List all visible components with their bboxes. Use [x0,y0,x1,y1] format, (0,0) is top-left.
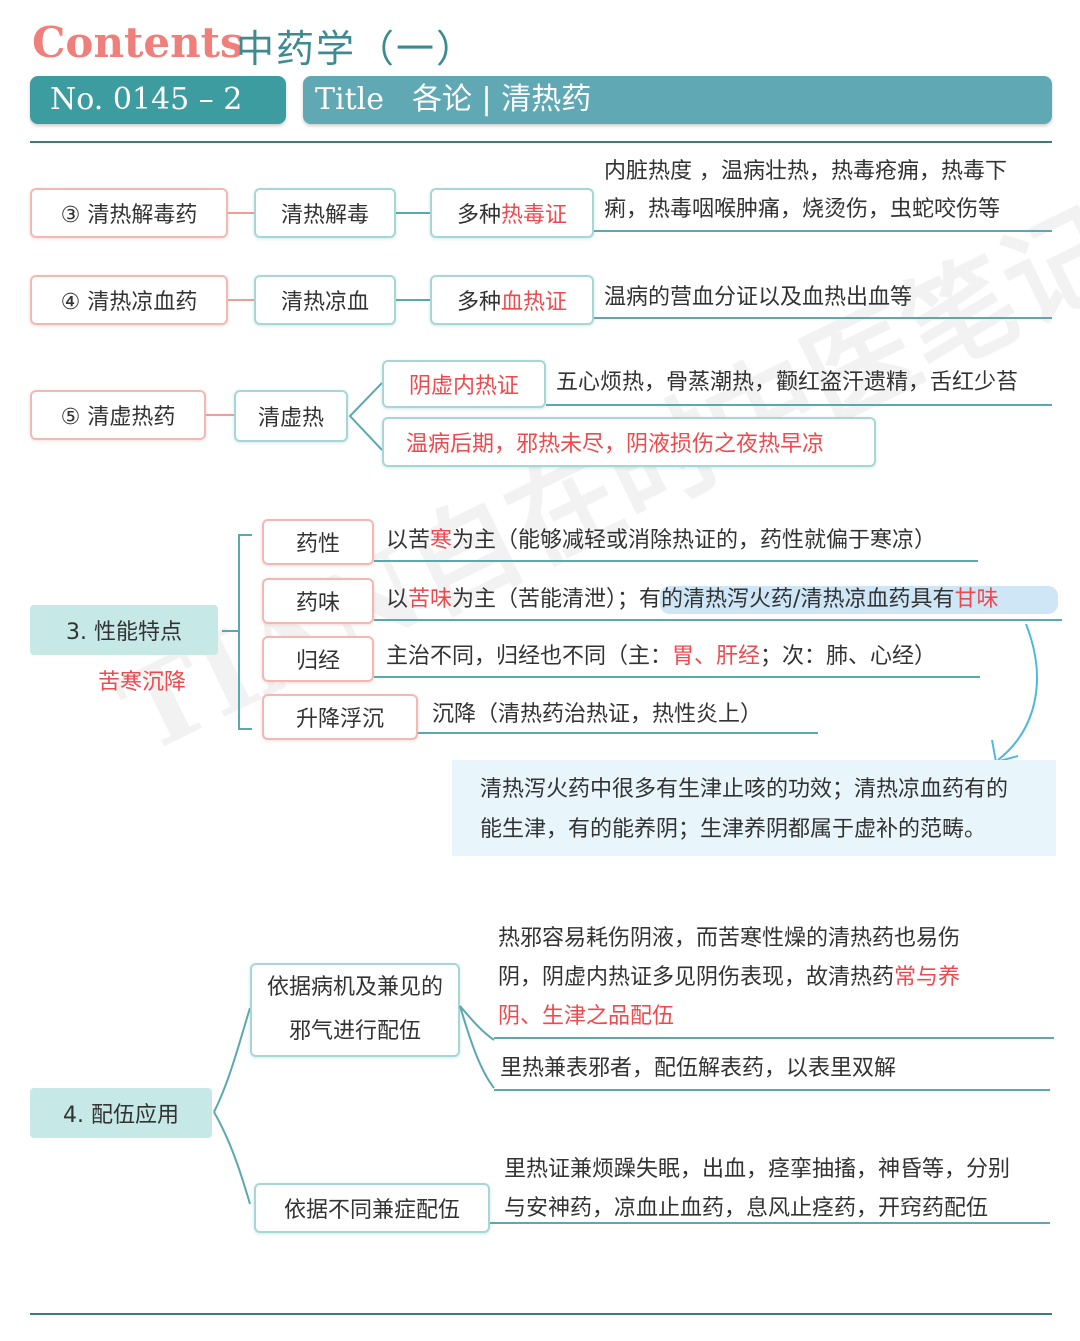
underline [418,732,818,734]
combination-desc-2: 里热兼表邪者，配伍解表药，以表里双解 [500,1056,897,1081]
branch-connector [348,382,383,451]
title-label: Title [315,82,385,117]
subject-title: 中药学（一） [236,27,477,71]
yin-deficiency-syndrome: 阴虚内热证 [382,360,546,408]
late-warm-disease: 温病后期，邪热未尽，阴液损伤之夜热早凉 [382,417,876,467]
underline [374,676,980,678]
category-deficiency-heat: ⑤ 清虚热药 [30,390,206,440]
underline [374,619,1062,621]
property-direction-label: 升降浮沉 [262,694,418,740]
connector [228,299,254,301]
title-bar: Title 各论 | 清热药 [303,76,1052,124]
effect-cool-blood: 清热凉血 [254,275,396,325]
branch-pathogenesis: 依据病机及兼见的 邪气进行配伍 [250,963,460,1057]
desc-line: 温病的营血分证以及血热出血等 [604,285,913,310]
branch-connector [213,1007,251,1205]
connector [228,212,254,214]
property-nature-text: 以苦寒为主（能够减轻或消除热证的，药性就偏于寒凉） [386,528,937,553]
title-text: 各论 | 清热药 [412,82,592,117]
connector [206,414,234,416]
underline [490,1222,1050,1224]
category-heat-clearing-detox: ③ 清热解毒药 [30,188,228,238]
desc-line: 内脏热度 ，温病壮热，热毒疮痈，热毒下 [604,159,1007,184]
underline [594,317,1052,319]
contents-heading: Contents [32,18,244,67]
note-line: 能生津，有的能养阴；生津养阴都属于虚补的范畴。 [480,817,987,842]
section-3-subtitle: 苦寒沉降 [98,670,187,695]
underline [594,230,1052,232]
connector [222,630,238,632]
bracket-tick [238,728,252,730]
combination-desc-3: 里热证兼烦躁失眠，出血，痉挛抽搐，神昏等，分别 与安神药，凉血止血药，息风止痉药… [504,1157,1011,1221]
desc-line: 痢，热毒咽喉肿痛，烧烫伤，虫蛇咬伤等 [604,197,1001,222]
branch-connector [459,1005,495,1089]
note-number-bar: No. 0145 – 2 [30,76,286,124]
syndrome-heat-toxin: 多种 热毒证 [430,188,594,238]
desc-line: 五心烦热，骨蒸潮热，颧红盗汗遗精，舌红少苔 [556,370,1019,395]
underline [494,1037,1054,1039]
curved-arrow [991,623,1038,764]
property-direction-text: 沉降（清热药治热证，热性炎上） [432,702,763,727]
property-flavor-label: 药味 [262,578,374,624]
section-4-title: 4. 配伍应用 [30,1088,212,1138]
property-nature-label: 药性 [262,519,374,565]
branch-concurrent-symptoms: 依据不同兼症配伍 [254,1183,490,1233]
section-3-title: 3. 性能特点 [30,605,218,655]
bracket [238,534,240,730]
effect-detox: 清热解毒 [254,188,396,238]
syndrome-blood-heat: 多种 血热证 [430,275,594,325]
connector [396,212,430,214]
underline [494,1089,1050,1091]
connector [396,299,430,301]
bottom-divider [30,1313,1052,1315]
underline [546,404,1052,406]
top-divider [30,141,1052,143]
note-line: 清热泻火药中很多有生津止咳的功效；清热凉血药有的 [480,777,1009,802]
underline [374,560,978,562]
property-meridian-text: 主治不同，归经也不同（主：胃、肝经；次：肺、心经） [386,644,937,669]
bracket-tick [238,534,252,536]
property-meridian-label: 归经 [262,636,374,682]
note-box: 清热泻火药中很多有生津止咳的功效；清热凉血药有的 能生津，有的能养阴；生津养阴都… [452,760,1056,856]
category-blood-cooling: ④ 清热凉血药 [30,275,228,325]
property-flavor-text: 以苦味为主（苦能清泄）；有的清热泻火药/清热凉血药具有甘味 [386,587,999,612]
effect-clear-deficiency-heat: 清虚热 [234,390,348,442]
combination-desc-1: 热邪容易耗伤阴液，而苦寒性燥的清热药也易伤 阴，阴虚内热证多见阴伤表现，故清热药… [498,926,961,1029]
